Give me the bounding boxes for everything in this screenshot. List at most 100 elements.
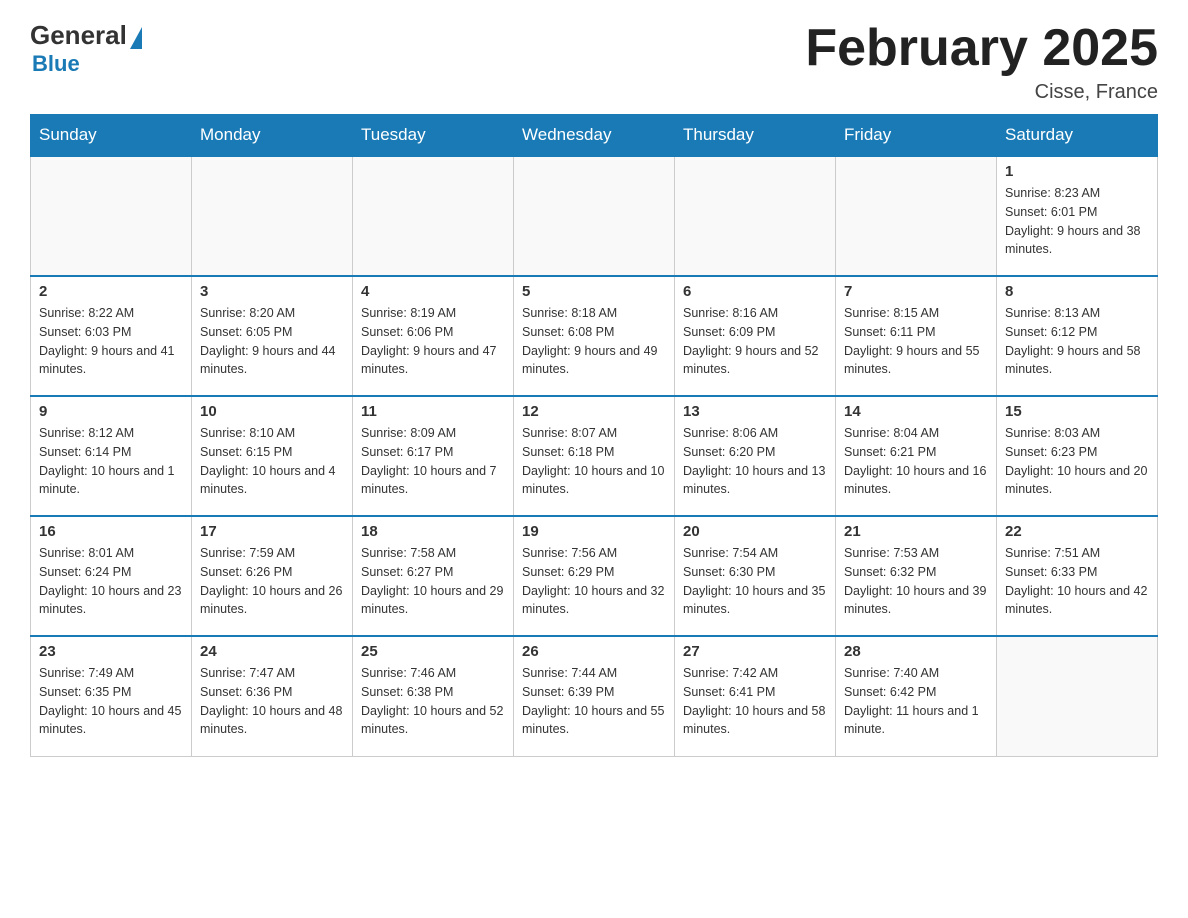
day-number: 7	[844, 283, 988, 300]
day-number: 5	[522, 283, 666, 300]
day-info: Sunrise: 8:15 AMSunset: 6:11 PMDaylight:…	[844, 304, 988, 379]
day-number: 23	[39, 643, 183, 660]
day-number: 20	[683, 523, 827, 540]
calendar-table: SundayMondayTuesdayWednesdayThursdayFrid…	[30, 114, 1158, 757]
day-info: Sunrise: 7:51 AMSunset: 6:33 PMDaylight:…	[1005, 544, 1149, 619]
day-info: Sunrise: 7:59 AMSunset: 6:26 PMDaylight:…	[200, 544, 344, 619]
calendar-header-row: SundayMondayTuesdayWednesdayThursdayFrid…	[31, 115, 1158, 157]
day-info: Sunrise: 8:19 AMSunset: 6:06 PMDaylight:…	[361, 304, 505, 379]
day-of-week-header: Tuesday	[353, 115, 514, 157]
calendar-week-row: 1 Sunrise: 8:23 AMSunset: 6:01 PMDaylight…	[31, 156, 1158, 276]
calendar-day-cell: 22 Sunrise: 7:51 AMSunset: 6:33 PMDayligh…	[997, 516, 1158, 636]
day-info: Sunrise: 7:46 AMSunset: 6:38 PMDaylight:…	[361, 664, 505, 739]
day-number: 13	[683, 403, 827, 420]
day-info: Sunrise: 8:22 AMSunset: 6:03 PMDaylight:…	[39, 304, 183, 379]
calendar-day-cell: 6 Sunrise: 8:16 AMSunset: 6:09 PMDaylight…	[675, 276, 836, 396]
day-number: 6	[683, 283, 827, 300]
day-info: Sunrise: 8:13 AMSunset: 6:12 PMDaylight:…	[1005, 304, 1149, 379]
day-of-week-header: Monday	[192, 115, 353, 157]
day-number: 19	[522, 523, 666, 540]
day-number: 27	[683, 643, 827, 660]
calendar-day-cell: 20 Sunrise: 7:54 AMSunset: 6:30 PMDayligh…	[675, 516, 836, 636]
calendar-day-cell: 13 Sunrise: 8:06 AMSunset: 6:20 PMDayligh…	[675, 396, 836, 516]
calendar-day-cell: 10 Sunrise: 8:10 AMSunset: 6:15 PMDayligh…	[192, 396, 353, 516]
calendar-day-cell: 24 Sunrise: 7:47 AMSunset: 6:36 PMDayligh…	[192, 636, 353, 756]
day-info: Sunrise: 8:03 AMSunset: 6:23 PMDaylight:…	[1005, 424, 1149, 499]
calendar-day-cell: 4 Sunrise: 8:19 AMSunset: 6:06 PMDaylight…	[353, 276, 514, 396]
day-number: 8	[1005, 283, 1149, 300]
day-number: 24	[200, 643, 344, 660]
day-info: Sunrise: 8:09 AMSunset: 6:17 PMDaylight:…	[361, 424, 505, 499]
calendar-day-cell: 26Sunrise: 7:44 AMSunset: 6:39 PMDayligh…	[514, 636, 675, 756]
calendar-day-cell	[836, 156, 997, 276]
day-info: Sunrise: 8:18 AMSunset: 6:08 PMDaylight:…	[522, 304, 666, 379]
calendar-day-cell: 28 Sunrise: 7:40 AMSunset: 6:42 PMDayligh…	[836, 636, 997, 756]
day-number: 10	[200, 403, 344, 420]
day-of-week-header: Sunday	[31, 115, 192, 157]
day-info: Sunrise: 7:44 AMSunset: 6:39 PMDaylight:…	[522, 664, 666, 739]
calendar-day-cell: 5 Sunrise: 8:18 AMSunset: 6:08 PMDaylight…	[514, 276, 675, 396]
logo-general-text: General	[30, 20, 127, 51]
location-text: Cisse, France	[805, 81, 1158, 104]
calendar-day-cell	[514, 156, 675, 276]
calendar-day-cell: 15 Sunrise: 8:03 AMSunset: 6:23 PMDayligh…	[997, 396, 1158, 516]
calendar-day-cell: 8 Sunrise: 8:13 AMSunset: 6:12 PMDaylight…	[997, 276, 1158, 396]
day-number: 9	[39, 403, 183, 420]
logo: General Blue	[30, 20, 142, 77]
day-info: Sunrise: 8:04 AMSunset: 6:21 PMDaylight:…	[844, 424, 988, 499]
day-number: 28	[844, 643, 988, 660]
day-number: 2	[39, 283, 183, 300]
day-info: Sunrise: 8:20 AMSunset: 6:05 PMDaylight:…	[200, 304, 344, 379]
calendar-day-cell: 11 Sunrise: 8:09 AMSunset: 6:17 PMDayligh…	[353, 396, 514, 516]
calendar-day-cell: 23Sunrise: 7:49 AMSunset: 6:35 PMDayligh…	[31, 636, 192, 756]
calendar-day-cell: 7 Sunrise: 8:15 AMSunset: 6:11 PMDaylight…	[836, 276, 997, 396]
day-info: Sunrise: 8:06 AMSunset: 6:20 PMDaylight:…	[683, 424, 827, 499]
day-number: 18	[361, 523, 505, 540]
day-number: 15	[1005, 403, 1149, 420]
title-area: February 2025 Cisse, France	[805, 20, 1158, 104]
calendar-day-cell: 17 Sunrise: 7:59 AMSunset: 6:26 PMDayligh…	[192, 516, 353, 636]
day-of-week-header: Saturday	[997, 115, 1158, 157]
day-info: Sunrise: 8:10 AMSunset: 6:15 PMDaylight:…	[200, 424, 344, 499]
calendar-day-cell: 3Sunrise: 8:20 AMSunset: 6:05 PMDaylight…	[192, 276, 353, 396]
day-number: 14	[844, 403, 988, 420]
day-of-week-header: Wednesday	[514, 115, 675, 157]
day-number: 11	[361, 403, 505, 420]
calendar-day-cell: 9 Sunrise: 8:12 AMSunset: 6:14 PMDaylight…	[31, 396, 192, 516]
day-info: Sunrise: 8:16 AMSunset: 6:09 PMDaylight:…	[683, 304, 827, 379]
day-info: Sunrise: 8:23 AMSunset: 6:01 PMDaylight:…	[1005, 184, 1149, 259]
calendar-week-row: 9 Sunrise: 8:12 AMSunset: 6:14 PMDaylight…	[31, 396, 1158, 516]
calendar-day-cell: 2 Sunrise: 8:22 AMSunset: 6:03 PMDaylight…	[31, 276, 192, 396]
calendar-day-cell: 27 Sunrise: 7:42 AMSunset: 6:41 PMDayligh…	[675, 636, 836, 756]
day-number: 17	[200, 523, 344, 540]
calendar-day-cell: 25Sunrise: 7:46 AMSunset: 6:38 PMDayligh…	[353, 636, 514, 756]
calendar-week-row: 23Sunrise: 7:49 AMSunset: 6:35 PMDayligh…	[31, 636, 1158, 756]
day-info: Sunrise: 8:07 AMSunset: 6:18 PMDaylight:…	[522, 424, 666, 499]
calendar-day-cell: 18 Sunrise: 7:58 AMSunset: 6:27 PMDayligh…	[353, 516, 514, 636]
day-number: 21	[844, 523, 988, 540]
calendar-day-cell: 14 Sunrise: 8:04 AMSunset: 6:21 PMDayligh…	[836, 396, 997, 516]
calendar-day-cell	[31, 156, 192, 276]
day-info: Sunrise: 7:56 AMSunset: 6:29 PMDaylight:…	[522, 544, 666, 619]
calendar-day-cell: 12 Sunrise: 8:07 AMSunset: 6:18 PMDayligh…	[514, 396, 675, 516]
calendar-day-cell: 16 Sunrise: 8:01 AMSunset: 6:24 PMDayligh…	[31, 516, 192, 636]
day-info: Sunrise: 7:40 AMSunset: 6:42 PMDaylight:…	[844, 664, 988, 739]
calendar-day-cell: 21Sunrise: 7:53 AMSunset: 6:32 PMDayligh…	[836, 516, 997, 636]
day-info: Sunrise: 7:54 AMSunset: 6:30 PMDaylight:…	[683, 544, 827, 619]
day-info: Sunrise: 7:58 AMSunset: 6:27 PMDaylight:…	[361, 544, 505, 619]
day-info: Sunrise: 7:42 AMSunset: 6:41 PMDaylight:…	[683, 664, 827, 739]
day-of-week-header: Friday	[836, 115, 997, 157]
day-number: 16	[39, 523, 183, 540]
day-info: Sunrise: 8:12 AMSunset: 6:14 PMDaylight:…	[39, 424, 183, 499]
day-number: 1	[1005, 163, 1149, 180]
calendar-day-cell: 19 Sunrise: 7:56 AMSunset: 6:29 PMDayligh…	[514, 516, 675, 636]
calendar-day-cell	[192, 156, 353, 276]
day-number: 22	[1005, 523, 1149, 540]
calendar-day-cell	[353, 156, 514, 276]
day-number: 4	[361, 283, 505, 300]
calendar-day-cell	[997, 636, 1158, 756]
day-number: 12	[522, 403, 666, 420]
day-info: Sunrise: 8:01 AMSunset: 6:24 PMDaylight:…	[39, 544, 183, 619]
calendar-week-row: 16 Sunrise: 8:01 AMSunset: 6:24 PMDayligh…	[31, 516, 1158, 636]
day-info: Sunrise: 7:47 AMSunset: 6:36 PMDaylight:…	[200, 664, 344, 739]
